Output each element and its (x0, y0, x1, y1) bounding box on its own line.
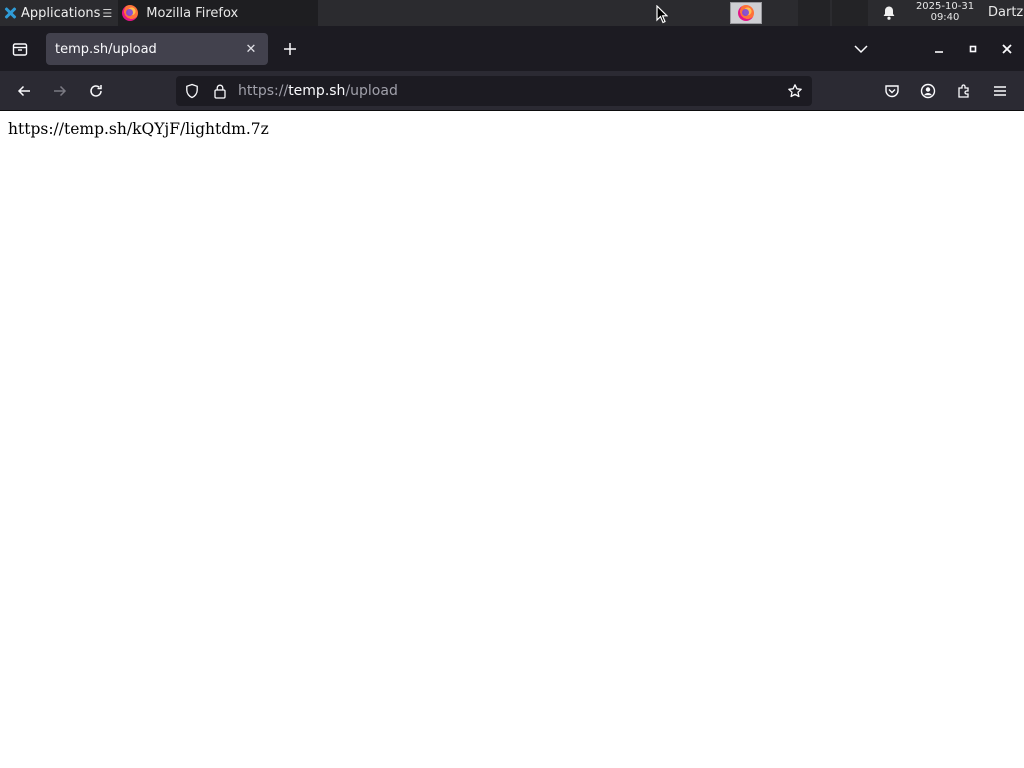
browser-tab-strip: temp.sh/upload ✕ (0, 26, 1024, 71)
user-menu[interactable]: Dartz (988, 0, 1023, 26)
taskbar-firefox-window[interactable]: Mozilla Firefox (118, 0, 319, 26)
applications-menu-glyph-icon: ☰ (102, 6, 113, 20)
firefox-icon (122, 5, 139, 21)
hamburger-menu-icon (994, 86, 1006, 96)
url-scheme: https:// (238, 83, 289, 99)
minimize-icon (935, 51, 943, 53)
close-window-icon (1002, 44, 1012, 54)
extensions-button[interactable] (952, 79, 976, 103)
maximize-icon (969, 45, 977, 53)
applications-menu-button[interactable]: Applications ☰ (0, 0, 118, 26)
panel-clock[interactable]: 2025-10-31 09:40 (908, 1, 982, 23)
app-menu-button[interactable] (988, 79, 1012, 103)
chevron-down-icon[interactable] (852, 40, 870, 58)
star-icon[interactable] (787, 83, 803, 99)
maximize-window-button[interactable] (964, 40, 982, 58)
lock-icon[interactable] (212, 83, 228, 99)
browser-navigation-bar: https://temp.sh/upload (0, 71, 1024, 111)
page-content: https://temp.sh/kQYjF/lightdm.7z (0, 112, 1024, 768)
tray-slot[interactable] (798, 0, 830, 26)
forward-arrow-icon (54, 85, 67, 97)
applications-logo-icon (3, 6, 17, 20)
mouse-cursor-icon (656, 5, 668, 24)
clock-date: 2025-10-31 (915, 1, 975, 12)
tray-firefox-launcher[interactable] (730, 2, 762, 24)
shield-icon[interactable] (184, 83, 200, 99)
firefox-view-button[interactable] (0, 26, 40, 71)
taskbar-window-title: Mozilla Firefox (146, 5, 239, 21)
tray-slot[interactable] (832, 0, 868, 26)
extensions-icon (958, 84, 969, 98)
url-text[interactable]: https://temp.sh/upload (238, 76, 398, 106)
account-icon (920, 83, 936, 99)
desktop-top-panel: Applications ☰ Mozilla Firefox (0, 0, 1024, 26)
tab-title: temp.sh/upload (55, 41, 157, 57)
reload-icon (90, 85, 102, 97)
firefox-icon (738, 5, 754, 21)
clock-time: 09:40 (930, 12, 960, 23)
close-icon[interactable]: ✕ (244, 42, 258, 57)
back-arrow-icon (17, 85, 30, 97)
pocket-button[interactable] (880, 79, 904, 103)
upload-result-url[interactable]: https://temp.sh/kQYjF/lightdm.7z (8, 120, 269, 138)
url-path: /upload (345, 83, 398, 99)
bell-icon[interactable] (881, 5, 897, 21)
close-window-button[interactable] (998, 40, 1016, 58)
new-tab-button[interactable] (278, 37, 302, 61)
back-button[interactable] (12, 79, 36, 103)
firefox-view-icon (12, 42, 28, 56)
forward-button[interactable] (48, 79, 72, 103)
address-bar[interactable]: https://temp.sh/upload (176, 76, 812, 106)
plus-icon (284, 43, 296, 55)
pocket-icon (885, 85, 899, 98)
applications-label: Applications (21, 5, 101, 21)
url-host: temp.sh (288, 83, 346, 99)
tab-temp-sh-upload[interactable]: temp.sh/upload ✕ (46, 33, 268, 65)
minimize-window-button[interactable] (930, 40, 948, 58)
reload-button[interactable] (84, 79, 108, 103)
account-button[interactable] (916, 79, 940, 103)
